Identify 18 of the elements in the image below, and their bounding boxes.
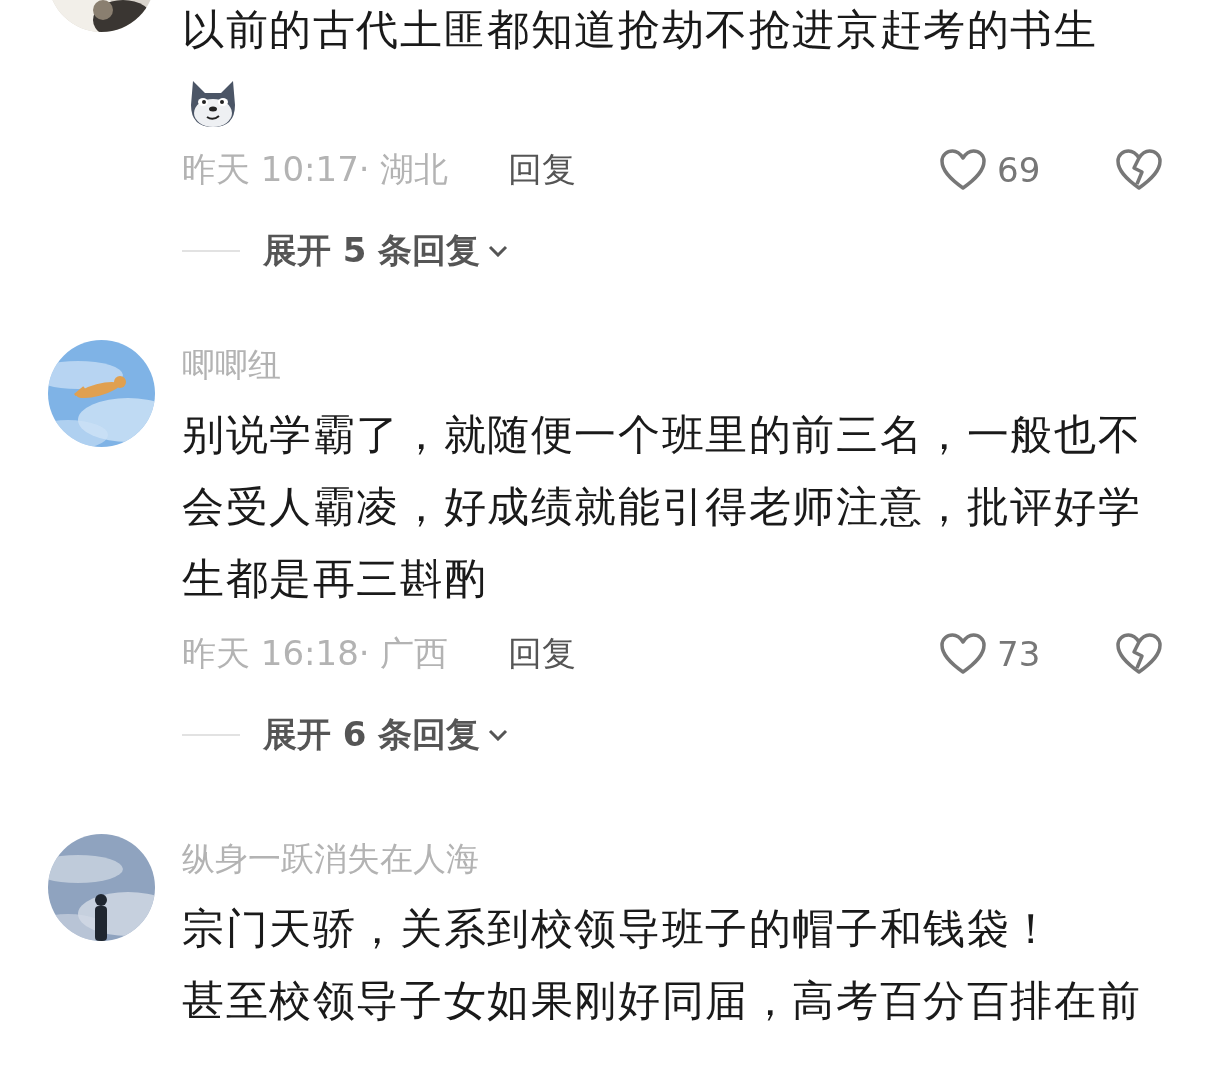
heart-icon[interactable]: [939, 148, 987, 192]
reply-button[interactable]: 回复: [508, 631, 576, 677]
comment-time: 昨天 16:18· 广西: [182, 632, 450, 675]
heart-icon[interactable]: [939, 632, 987, 676]
comment-text: 宗门天骄，关系到校领导班子的帽子和钱袋！: [182, 903, 1055, 955]
reply-button[interactable]: 回复: [508, 147, 576, 193]
chevron-down-icon: [488, 245, 509, 257]
like-count: 73: [997, 634, 1042, 674]
comment-text: 甚至校领导子女如果刚好同届，高考百分百排在前: [182, 975, 1143, 1027]
comment-text: 以前的古代土匪都知道抢劫不抢进京赶考的书生: [182, 4, 1099, 56]
broken-heart-icon[interactable]: [1115, 148, 1163, 192]
like-count: 69: [997, 150, 1042, 190]
expand-replies-button[interactable]: 展开 5 条回复: [263, 228, 509, 274]
chevron-down-icon: [488, 729, 509, 741]
comment-time: 昨天 10:17· 湖北: [182, 148, 450, 191]
broken-heart-icon[interactable]: [1115, 632, 1163, 676]
comment-text: 别说学霸了，就随便一个班里的前三名，一般也不会受人霸凌，好成绩就能引得老师注意，批评好学生都是再三斟酌: [182, 409, 1143, 605]
expand-replies-button[interactable]: 展开 6 条回复: [263, 712, 509, 758]
